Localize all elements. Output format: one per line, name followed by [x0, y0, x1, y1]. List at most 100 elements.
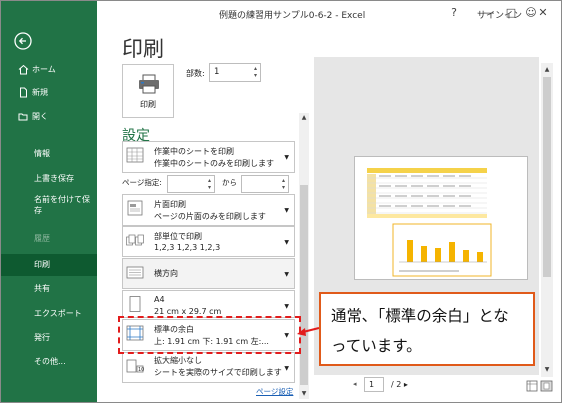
landscape-icon: [126, 266, 144, 279]
home-icon: [18, 64, 29, 75]
nav-item-label: 名前を付けて保存: [34, 195, 90, 215]
setting-description: ページの片面のみを印刷します: [154, 212, 266, 221]
copies-stepper[interactable]: 1 ▴ ▾: [209, 63, 261, 82]
backstage-nav: ホーム 新規 開く 情報 上書き保存 名前を付けて保存 履歴 印刷 共有 エクス…: [1, 1, 97, 402]
setting-label: 作業中のシートを印刷: [154, 147, 234, 156]
spinner-icon[interactable]: ▴ ▾: [254, 65, 257, 79]
sheet-grid-icon: [126, 147, 144, 163]
nav-item-label: 情報: [34, 149, 50, 158]
window-title: 例題の練習用サンプル0-6-2 - Excel: [219, 11, 366, 21]
orientation-dropdown[interactable]: 横方向 ▼: [122, 258, 295, 289]
maximize-icon[interactable]: □: [502, 4, 520, 22]
setting-description: 1,2,3 1,2,3 1,2,3: [154, 243, 221, 252]
preview-page: [354, 156, 528, 280]
collated-icon: [126, 234, 144, 246]
page-total: / 2 ▸: [391, 380, 408, 389]
setting-label: 拡大縮小なし: [154, 356, 202, 365]
copies-value: 1: [214, 67, 220, 77]
excel-window: ホーム 新規 開く 情報 上書き保存 名前を付けて保存 履歴 印刷 共有 エクス…: [0, 0, 562, 403]
nav-item-label: ホーム: [32, 65, 56, 74]
print-what-dropdown[interactable]: 作業中のシートを印刷 作業中のシートのみを印刷します ▼: [122, 141, 295, 173]
setting-description: 作業中のシートのみを印刷します: [154, 159, 274, 168]
setting-label: 部単位で印刷: [154, 232, 202, 241]
nav-item-home[interactable]: ホーム: [1, 59, 97, 81]
paper-size-dropdown[interactable]: A4 21 cm x 29.7 cm ▼: [122, 290, 295, 318]
page-range-label: ページ指定:: [122, 178, 162, 187]
scroll-up-arrow-icon[interactable]: ▲: [299, 113, 309, 123]
print-button-label: 印刷: [140, 100, 156, 109]
setting-description: 21 cm x 29.7 cm: [154, 307, 222, 316]
nav-item-label: 発行: [34, 333, 50, 342]
svg-text:100: 100: [138, 367, 144, 373]
nav-item-export[interactable]: エクスポート: [1, 303, 97, 325]
page-from-input[interactable]: ▴ ▾: [167, 175, 215, 193]
setting-label: A4: [154, 295, 165, 304]
dropdown-arrow-icon: ▼: [284, 239, 289, 246]
help-icon[interactable]: ?: [445, 4, 463, 22]
nav-item-label: 上書き保存: [34, 174, 74, 183]
nav-item-save[interactable]: 上書き保存: [1, 168, 97, 190]
current-page-input[interactable]: 1: [364, 377, 384, 392]
sides-dropdown[interactable]: 片面印刷 ページの片面のみを印刷します ▼: [122, 194, 295, 226]
previous-page-icon[interactable]: ◂: [353, 380, 357, 388]
help-label: ?: [451, 6, 457, 19]
callout-note: 通常､「標準の余白」とな っています。: [319, 292, 535, 366]
scroll-down-arrow-icon[interactable]: ▼: [541, 365, 553, 375]
spinner-icon[interactable]: ▴ ▾: [208, 177, 211, 191]
settings-scrollbar[interactable]: ▲ ▼: [299, 113, 309, 399]
dropdown-arrow-icon: ▼: [284, 154, 289, 161]
nav-item-publish[interactable]: 発行: [1, 327, 97, 349]
nav-item-label: エクスポート: [34, 309, 82, 318]
setting-label: 横方向: [154, 269, 178, 278]
nav-item-print[interactable]: 印刷: [1, 254, 97, 276]
dropdown-arrow-icon: ▼: [284, 303, 289, 310]
one-sided-icon: [127, 200, 143, 216]
nav-item-label: 履歴: [34, 234, 50, 243]
nav-item-save-as[interactable]: 名前を付けて保存: [1, 193, 91, 219]
highlight-frame: [118, 316, 301, 354]
title-bar: 例題の練習用サンプル0-6-2 - Excel サインイン ☺ ? — □ ✕: [97, 1, 561, 25]
nav-item-label: 開く: [32, 112, 48, 121]
nav-item-label: 新規: [32, 88, 48, 97]
page-setup-link[interactable]: ページ設定: [256, 386, 293, 397]
nav-item-more[interactable]: その他...: [1, 351, 97, 373]
nav-item-label: 共有: [34, 284, 50, 293]
paper-size-icon: [129, 296, 141, 312]
print-button[interactable]: 印刷: [122, 64, 174, 118]
minimize-icon[interactable]: —: [480, 4, 498, 22]
open-folder-icon: [18, 113, 28, 121]
page-range-to-label: から: [222, 178, 237, 187]
dropdown-arrow-icon: ▼: [284, 365, 289, 372]
preview-scrollbar[interactable]: ▲ ▼: [541, 63, 553, 377]
nav-item-share[interactable]: 共有: [1, 278, 97, 300]
preview-thumbnail: [367, 168, 492, 277]
nav-item-info[interactable]: 情報: [1, 143, 97, 165]
setting-description: シートを実際のサイズで印刷します: [154, 368, 282, 377]
nav-item-history: 履歴: [1, 228, 97, 250]
scroll-down-arrow-icon[interactable]: ▼: [299, 389, 309, 399]
scaling-dropdown[interactable]: 100 拡大縮小なし シートを実際のサイズで印刷します ▼: [122, 352, 295, 383]
dropdown-arrow-icon: ▼: [284, 207, 289, 214]
scroll-up-arrow-icon[interactable]: ▲: [541, 65, 553, 75]
nav-item-label: その他...: [34, 357, 66, 366]
nav-item-open[interactable]: 開く: [1, 106, 97, 128]
page-title: 印刷: [122, 37, 164, 61]
scrollbar-thumb[interactable]: [300, 185, 308, 385]
nav-item-label: 印刷: [34, 260, 50, 269]
dropdown-arrow-icon: ▼: [284, 271, 289, 278]
no-scaling-icon: 100: [126, 359, 144, 373]
setting-label: 片面印刷: [154, 200, 186, 209]
back-arrow-icon[interactable]: [13, 31, 33, 51]
close-icon[interactable]: ✕: [534, 4, 552, 22]
scrollbar-thumb[interactable]: [543, 77, 551, 277]
copies-label: 部数:: [186, 69, 205, 78]
new-document-icon: [20, 87, 27, 98]
collation-dropdown[interactable]: 部単位で印刷 1,2,3 1,2,3 1,2,3 ▼: [122, 226, 295, 257]
printer-icon: [139, 74, 159, 94]
spinner-icon[interactable]: ▴ ▾: [282, 177, 285, 191]
show-margins-icon[interactable]: [526, 380, 538, 392]
page-to-input[interactable]: ▴ ▾: [241, 175, 289, 193]
zoom-to-page-icon[interactable]: [540, 380, 553, 392]
nav-item-new[interactable]: 新規: [1, 82, 97, 104]
pointer-arrow-icon: [297, 327, 320, 336]
